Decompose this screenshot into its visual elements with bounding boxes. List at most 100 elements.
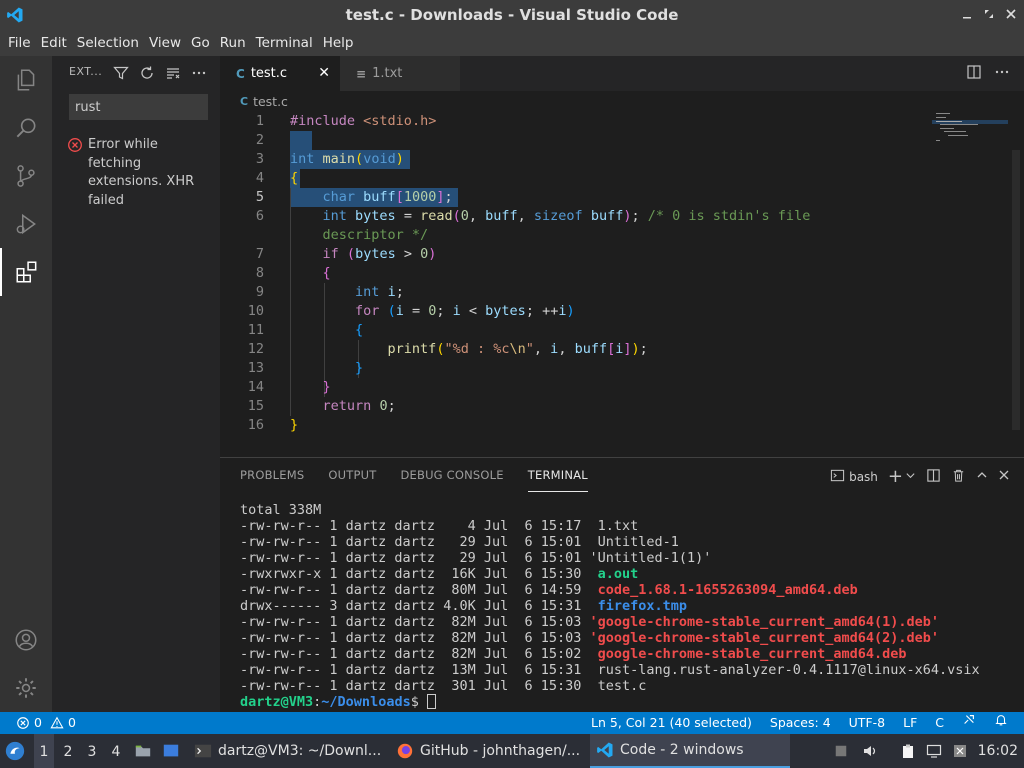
tray-display[interactable] (926, 734, 946, 768)
refresh-icon[interactable] (138, 64, 156, 82)
problems-status[interactable]: 0 0 (16, 712, 76, 734)
menu-edit[interactable]: Edit (36, 30, 72, 56)
editor-tabs: C test.c ✕ ≡ 1.txt (220, 56, 1024, 91)
line-number: 15 (247, 398, 264, 414)
breadcrumb-file[interactable]: test.c (253, 94, 288, 109)
split-terminal-icon[interactable] (926, 468, 941, 486)
terminal-line: total 338M (240, 502, 980, 518)
end-of-line[interactable]: LF (903, 712, 917, 734)
extensions-search-input[interactable] (69, 94, 208, 120)
bell-icon[interactable] (994, 712, 1008, 734)
source-control-icon (17, 165, 35, 187)
source-control-button[interactable] (0, 152, 52, 200)
code-editor[interactable]: 1 2 3 4 5 6 7 8 9 10 11 12 13 14 15 16 #… (220, 110, 1024, 456)
taskbar-window-firefox[interactable]: GitHub - johnthagen/... (392, 734, 588, 768)
tab-terminal[interactable]: TERMINAL (527, 458, 588, 492)
trash-icon[interactable] (951, 468, 966, 486)
prompt-symbol: $ (410, 694, 427, 710)
extensions-icon (16, 261, 37, 283)
clear-icon[interactable] (164, 64, 182, 82)
volume-icon (864, 746, 876, 756)
line-number: 1 (255, 113, 264, 129)
run-debug-button[interactable] (0, 200, 52, 248)
tab-test-c[interactable]: C test.c ✕ (220, 56, 340, 91)
warning-icon (50, 716, 64, 729)
file-manager-launcher[interactable] (134, 734, 154, 768)
code-line: for (i = 0; i < bytes; ++i) (355, 303, 575, 319)
c-file-icon: C (236, 66, 245, 81)
minimap[interactable] (932, 112, 1008, 142)
manage-button[interactable] (0, 664, 52, 712)
workspace-3[interactable]: 3 (82, 734, 102, 768)
line-number: 13 (247, 360, 264, 376)
taskbar-window-terminal[interactable]: dartz@VM3: ~/Downl... (190, 734, 386, 768)
tray-scroll[interactable] (834, 734, 852, 768)
tab-debug-console[interactable]: DEBUG CONSOLE (400, 458, 503, 492)
terminal-cursor (426, 694, 436, 709)
cursor-position[interactable]: Ln 5, Col 21 (40 selected) (591, 712, 752, 734)
restore-icon[interactable] (982, 7, 996, 21)
code-line: } (322, 379, 331, 395)
terminal-line: -rw-rw-r-- 1 dartz dartz 29 Jul 6 15:01 … (240, 550, 980, 566)
workspace-1[interactable]: 1 (34, 734, 54, 768)
line-number: 2 (255, 132, 264, 148)
start-menu-button[interactable] (4, 734, 30, 768)
file-name: code_1.68.1-1655263094_amd64.deb (589, 582, 858, 598)
tray-network[interactable] (952, 734, 972, 768)
more-actions-icon[interactable] (994, 64, 1010, 84)
tab-problems[interactable]: PROBLEMS (240, 458, 304, 492)
editor-scrollbar[interactable] (1012, 150, 1020, 430)
tray-volume[interactable] (862, 734, 882, 768)
terminal-shell-name[interactable]: bash (849, 470, 878, 484)
more-actions-icon[interactable] (190, 64, 208, 82)
maximize-panel-icon[interactable] (976, 469, 988, 484)
filter-icon[interactable] (112, 64, 130, 82)
selection-highlight (290, 131, 312, 150)
code-line: { (322, 265, 331, 281)
close-panel-icon[interactable] (998, 469, 1010, 484)
workspace-4[interactable]: 4 (106, 734, 126, 768)
menu-view[interactable]: View (144, 30, 186, 56)
terminal-output[interactable]: total 338M -rw-rw-r-- 1 dartz dartz 4 Jul… (240, 502, 980, 710)
file-name: 'Untitled-1(1)' (589, 550, 712, 566)
menu-file[interactable]: File (3, 30, 36, 56)
close-window-icon[interactable] (1004, 7, 1018, 21)
indentation[interactable]: Spaces: 4 (770, 712, 831, 734)
terminal-icon (830, 468, 845, 486)
menu-terminal[interactable]: Terminal (251, 30, 318, 56)
line-number: 8 (255, 265, 264, 281)
tray-clipboard[interactable] (900, 734, 920, 768)
chevron-down-icon[interactable] (905, 470, 916, 484)
feedback-icon[interactable] (962, 712, 976, 734)
error-text: Error while fetching extensions. XHR fai… (88, 137, 195, 208)
clock[interactable]: 16:02 (978, 734, 1018, 768)
show-desktop-button[interactable] (162, 734, 184, 768)
menu-help[interactable]: Help (318, 30, 359, 56)
search-button[interactable] (0, 104, 52, 152)
menu-go[interactable]: Go (186, 30, 215, 56)
terminal-line: -rw-rw-r-- 1 dartz dartz 301 Jul 6 15:30… (240, 678, 980, 694)
breadcrumb[interactable]: C test.c (240, 92, 288, 110)
split-editor-icon[interactable] (966, 64, 982, 84)
extensions-button[interactable] (0, 248, 52, 296)
prompt-path: ~/Downloads (321, 694, 411, 710)
tab-output[interactable]: OUTPUT (328, 458, 376, 492)
new-terminal-icon[interactable]: + (888, 466, 903, 487)
taskbar-window-code[interactable]: Code - 2 windows (590, 734, 790, 768)
menu-run[interactable]: Run (215, 30, 251, 56)
language-mode[interactable]: C (935, 712, 944, 734)
close-icon[interactable]: ✕ (318, 65, 330, 81)
code-line: { (355, 322, 364, 338)
terminal-line: -rw-rw-r-- 1 dartz dartz 82M Jul 6 15:03… (240, 614, 980, 630)
minimize-icon[interactable] (960, 7, 974, 21)
workspace-2[interactable]: 2 (58, 734, 78, 768)
terminal-total: total 338M (240, 502, 322, 518)
tab-1-txt[interactable]: ≡ 1.txt (340, 56, 460, 91)
code-line: } (355, 360, 364, 376)
menu-selection[interactable]: Selection (72, 30, 144, 56)
accounts-button[interactable] (0, 616, 52, 664)
file-meta: -rwxrwxr-x 1 dartz dartz 16K Jul 6 15:30 (240, 566, 590, 582)
clipboard-icon (903, 744, 913, 758)
explorer-button[interactable] (0, 56, 52, 104)
encoding[interactable]: UTF-8 (849, 712, 885, 734)
